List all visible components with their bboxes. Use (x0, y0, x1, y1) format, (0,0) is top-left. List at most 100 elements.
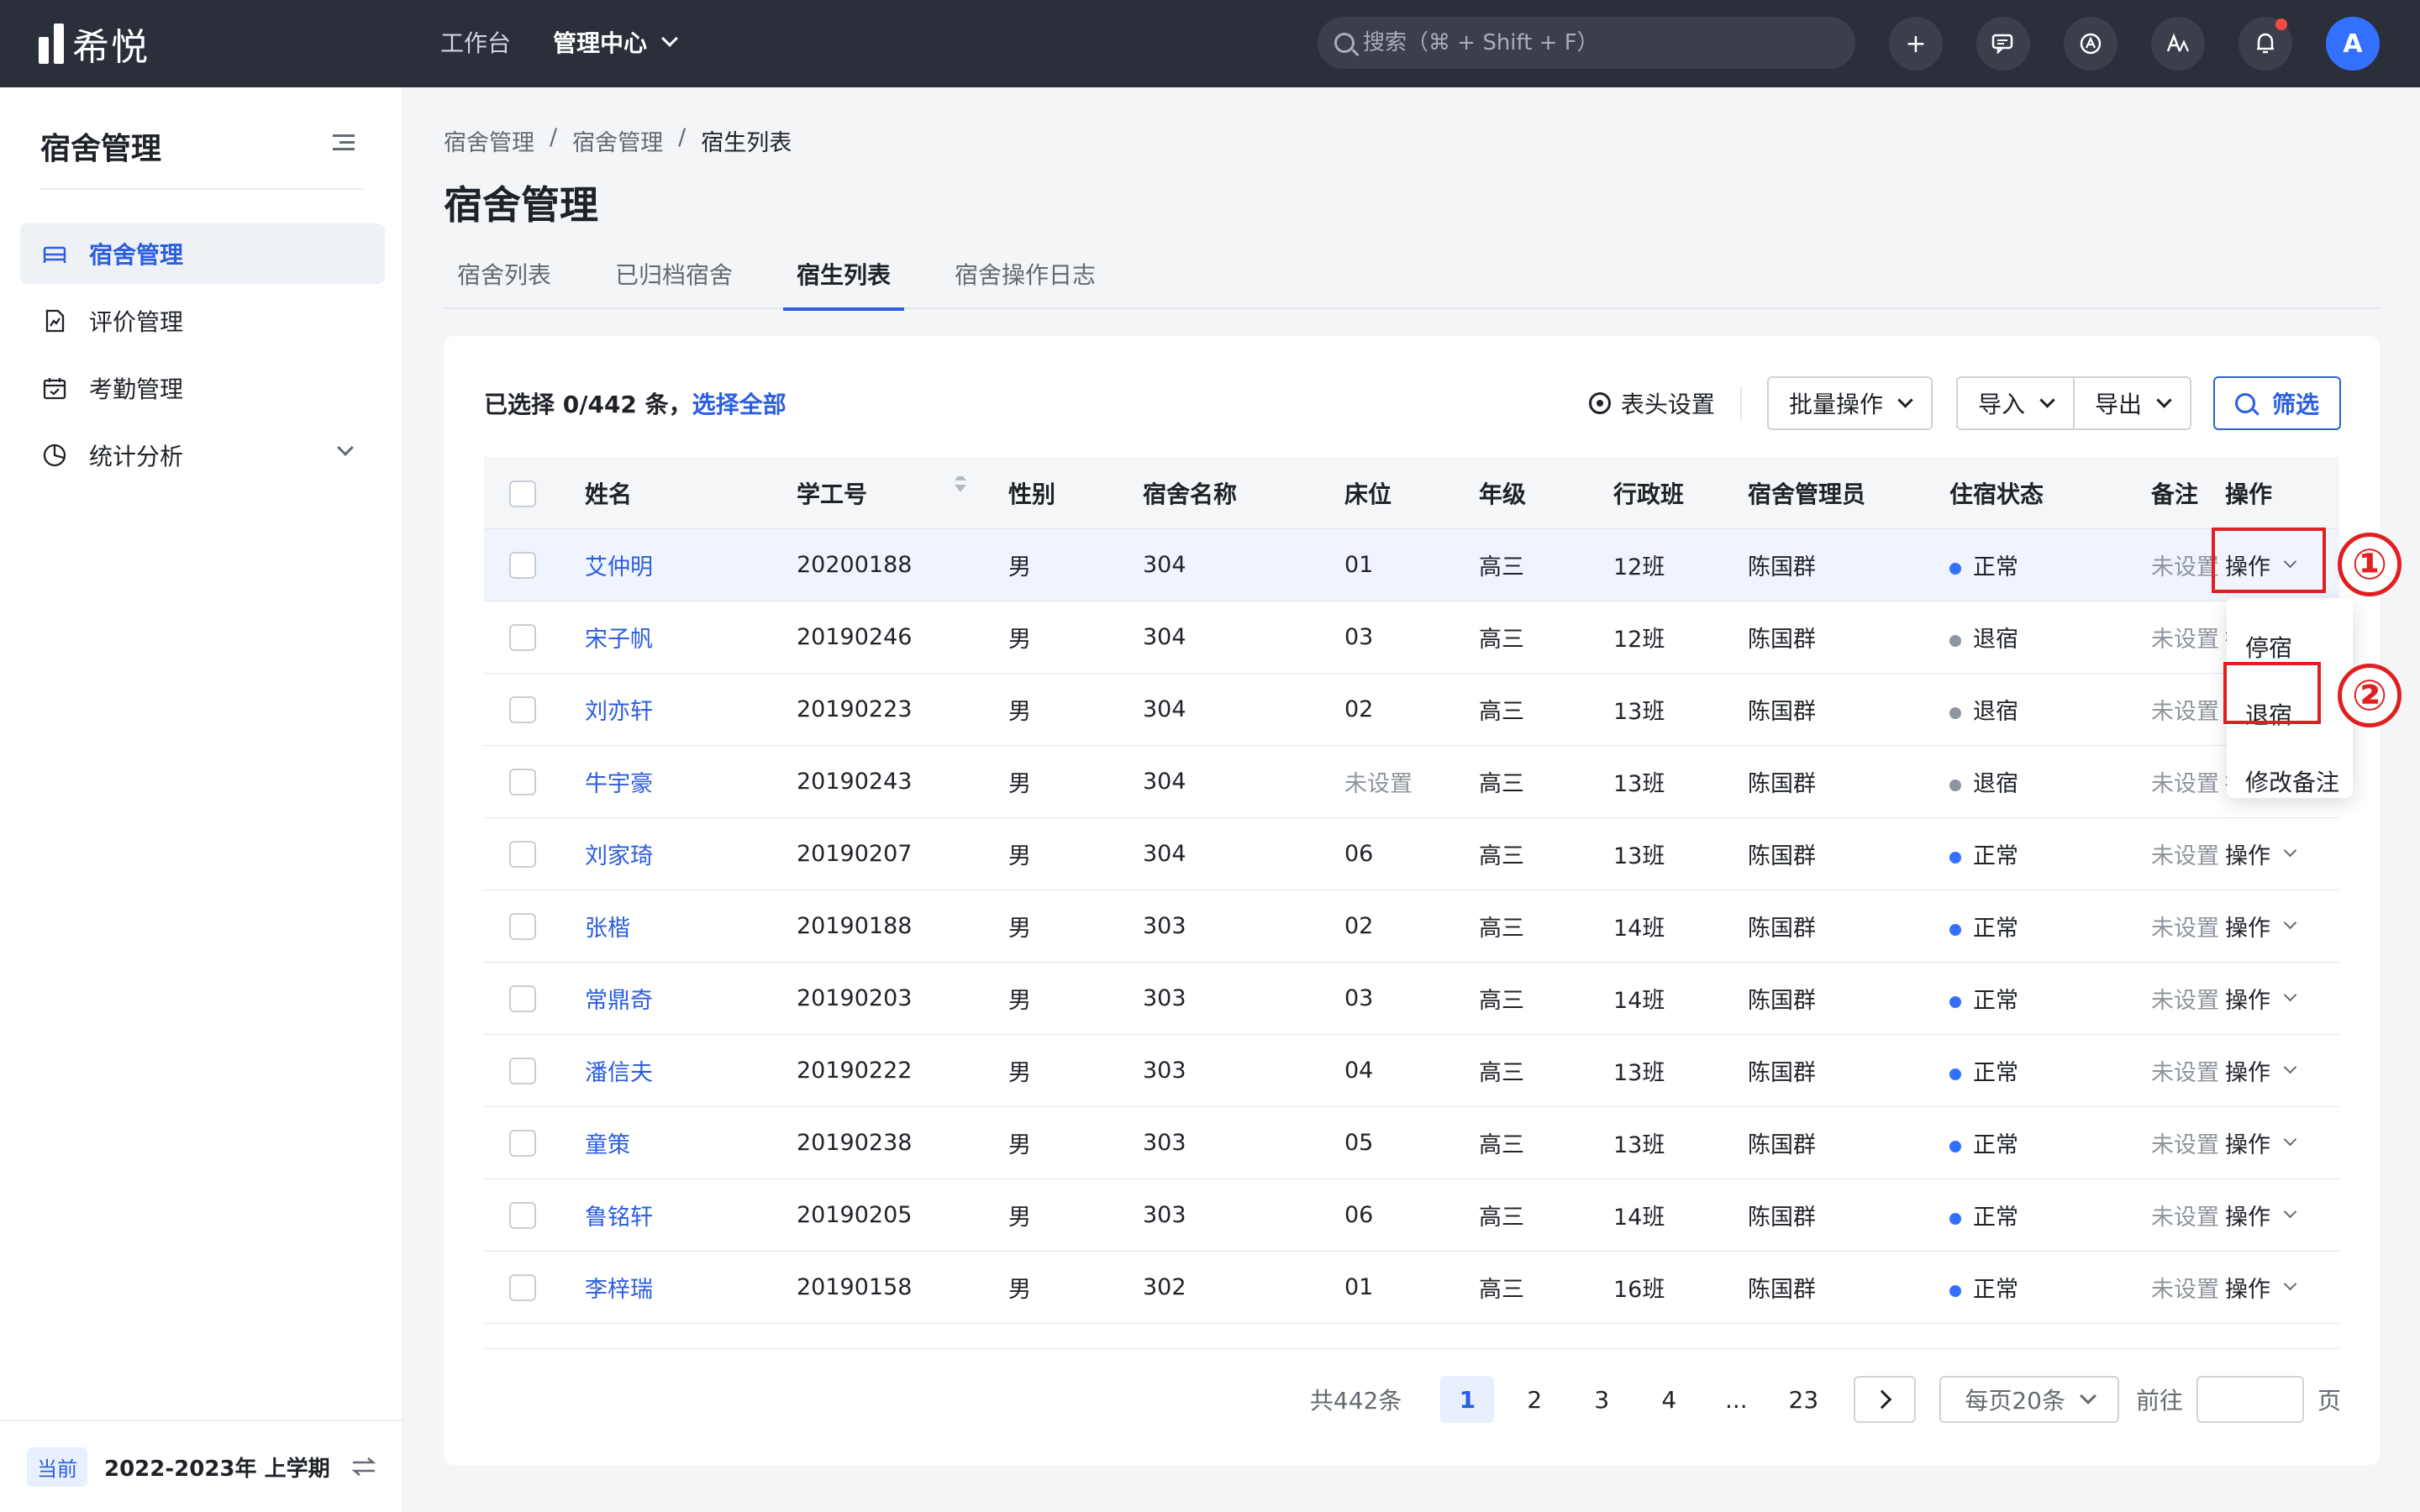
row-checkbox[interactable] (509, 768, 536, 795)
operation-dropdown-trigger[interactable]: 操作 (2225, 1199, 2339, 1231)
table-row[interactable]: 鲁铭轩 20190205 男 303 06 高三 14班 陈国群 正常 未设置 操作 (484, 1179, 2339, 1252)
page-4[interactable]: 4 (1642, 1376, 1696, 1423)
student-name-link[interactable]: 常鼎奇 (585, 988, 653, 1014)
table-row[interactable]: 刘家琦 20190207 男 304 06 高三 13班 陈国群 正常 未设置 操作 (484, 818, 2339, 890)
row-checkbox[interactable] (509, 551, 536, 579)
student-name-link[interactable]: 刘亦轩 (585, 699, 653, 725)
add-icon[interactable]: + (1889, 17, 1943, 71)
student-name-link[interactable]: 牛宇豪 (585, 771, 653, 797)
table-row[interactable]: 刘亦轩20190223男30402高三13班陈国群退宿未设置操作 (484, 674, 2339, 746)
row-checkbox[interactable] (509, 840, 536, 868)
student-name-link[interactable]: 鲁铭轩 (585, 1205, 653, 1231)
operation-dropdown-trigger[interactable]: 操作 (2225, 1271, 2339, 1304)
student-name-link[interactable]: 刘家琦 (585, 843, 653, 869)
filter-button[interactable]: 筛选 (2212, 376, 2341, 430)
table-row[interactable]: 牛宇豪20190243男304未设置高三13班陈国群退宿未设置操作 (484, 746, 2339, 818)
swap-icon[interactable] (351, 1457, 376, 1477)
student-name-link[interactable]: 潘信夫 (585, 1060, 653, 1086)
page-1[interactable]: 1 (1440, 1376, 1495, 1423)
next-page-button[interactable] (1854, 1376, 1917, 1423)
export-button[interactable]: 导出 (2074, 376, 2191, 430)
student-name-link[interactable]: 李梓瑞 (585, 1277, 653, 1303)
sidebar-item-attendance[interactable]: 考勤管理 (20, 358, 385, 418)
select-all-checkbox[interactable] (509, 480, 536, 507)
table-row[interactable]: 李梓瑞 20190158 男 302 01 高三 16班 陈国群 正常 未设置 操作 (484, 1252, 2339, 1324)
header-settings-label: 表头设置 (1620, 391, 1715, 418)
breadcrumb-item[interactable]: 宿舍管理 (444, 124, 534, 157)
nav-workbench[interactable]: 工作台 (440, 25, 511, 59)
row-checkbox[interactable] (509, 623, 536, 651)
table-body: 艾仲明 20200188 男 304 01 高三 12班 陈国群 正常 未设置 操作 宋子帆 20190… (484, 529, 2339, 1324)
page-size-select[interactable]: 每页20条 (1939, 1376, 2119, 1423)
operation-dropdown-trigger[interactable]: 操作 (2225, 1126, 2339, 1159)
search-input[interactable] (1363, 30, 1833, 55)
row-checkbox[interactable] (509, 1201, 536, 1229)
cell-bed: 02 (1344, 913, 1374, 939)
student-name-link[interactable]: 张楷 (585, 916, 630, 942)
table-row[interactable]: 常鼎奇 20190203 男 303 03 高三 14班 陈国群 正常 未设置 操作 (484, 963, 2339, 1035)
nav-admin-center[interactable]: 管理中心 (553, 25, 678, 59)
app-logo[interactable]: 希悦 (39, 20, 150, 69)
row-checkbox[interactable] (509, 984, 536, 1012)
row-checkbox[interactable] (509, 696, 536, 723)
select-all-link[interactable]: 选择全部 (692, 391, 786, 418)
operation-dropdown-trigger[interactable]: 操作 (2225, 982, 2339, 1015)
sort-icon[interactable] (955, 475, 966, 496)
menu-item-edit-note[interactable]: 修改备注 (2227, 748, 2353, 815)
tab-archived-dorms[interactable]: 已归档宿舍 (602, 249, 746, 309)
row-checkbox[interactable] (509, 1129, 536, 1157)
table-row[interactable]: 童策 20190238 男 303 05 高三 13班 陈国群 正常 未设置 操作 (484, 1107, 2339, 1179)
app-store-icon[interactable] (2064, 17, 2118, 71)
cell-id: 20200188 (797, 552, 913, 578)
tab-resident-list[interactable]: 宿生列表 (783, 249, 905, 311)
cell-manager: 陈国群 (1748, 771, 1816, 797)
table-row[interactable]: 宋子帆20190246男30403高三12班陈国群退宿未设置操作 (484, 601, 2339, 674)
breadcrumb-item[interactable]: 宿舍管理 (572, 124, 663, 157)
goto-page-input[interactable] (2196, 1376, 2304, 1423)
global-search[interactable] (1318, 17, 1855, 69)
search-icon (1334, 33, 1355, 53)
cell-grade: 高三 (1479, 771, 1524, 797)
sidebar-item-dorm-management[interactable]: 宿舍管理 (20, 223, 385, 284)
column-header-student-id[interactable]: 学工号 (797, 475, 1008, 510)
sidebar-item-evaluation[interactable]: 评价管理 (20, 291, 385, 351)
cell-id: 20190158 (797, 1274, 913, 1300)
student-name-link[interactable]: 童策 (585, 1132, 630, 1158)
row-checkbox[interactable] (509, 1273, 536, 1301)
page-2[interactable]: 2 (1507, 1376, 1561, 1423)
bell-icon[interactable] (2238, 17, 2292, 71)
page-3[interactable]: 3 (1575, 1376, 1628, 1423)
column-header-operation: 操作 (2225, 480, 2273, 508)
export-label: 导出 (2094, 391, 2142, 418)
student-name-link[interactable]: 艾仲明 (585, 554, 653, 580)
table-row[interactable]: 潘信夫 20190222 男 303 04 高三 13班 陈国群 正常 未设置 操作 (484, 1035, 2339, 1107)
page-23[interactable]: 23 (1776, 1376, 1830, 1423)
sidebar-item-statistics[interactable]: 统计分析 (20, 425, 385, 486)
operation-dropdown-trigger[interactable]: 操作 (2225, 1054, 2339, 1087)
table-row[interactable]: 张楷 20190188 男 303 02 高三 14班 陈国群 正常 未设置 操作 (484, 890, 2339, 963)
collapse-sidebar-icon[interactable] (333, 134, 355, 151)
header-settings-button[interactable]: 表头设置 (1588, 386, 1715, 420)
translate-icon[interactable] (2151, 17, 2205, 71)
sidebar-item-label: 宿舍管理 (89, 241, 184, 269)
message-icon[interactable] (1976, 17, 2030, 71)
user-avatar[interactable]: A (2326, 17, 2380, 71)
operation-dropdown-trigger[interactable]: 操作 (2225, 837, 2339, 870)
tab-dorm-operation-log[interactable]: 宿舍操作日志 (941, 249, 1109, 309)
table-row[interactable]: 艾仲明 20200188 男 304 01 高三 12班 陈国群 正常 未设置 操作 (484, 529, 2339, 601)
page-ellipsis[interactable]: ... (1709, 1376, 1763, 1423)
status-dot-icon (1949, 1140, 1961, 1152)
operation-dropdown-trigger[interactable]: 操作 (2225, 910, 2339, 942)
student-name-link[interactable]: 宋子帆 (585, 627, 653, 653)
current-term: 2022-2023年 上学期 (104, 1456, 330, 1482)
row-checkbox[interactable] (509, 1057, 536, 1084)
batch-operation-button[interactable]: 批量操作 (1766, 376, 1933, 430)
cell-id: 20190205 (797, 1202, 913, 1228)
row-checkbox[interactable] (509, 912, 536, 940)
status-text: 正常 (1973, 1060, 2018, 1086)
breadcrumb-current: 宿生列表 (701, 130, 792, 156)
term-switcher[interactable]: 当前 2022-2023年 上学期 (0, 1420, 403, 1512)
annotation-box-check-out (2223, 662, 2321, 724)
tab-dorm-list[interactable]: 宿舍列表 (444, 249, 565, 309)
import-button[interactable]: 导入 (1955, 376, 2075, 430)
